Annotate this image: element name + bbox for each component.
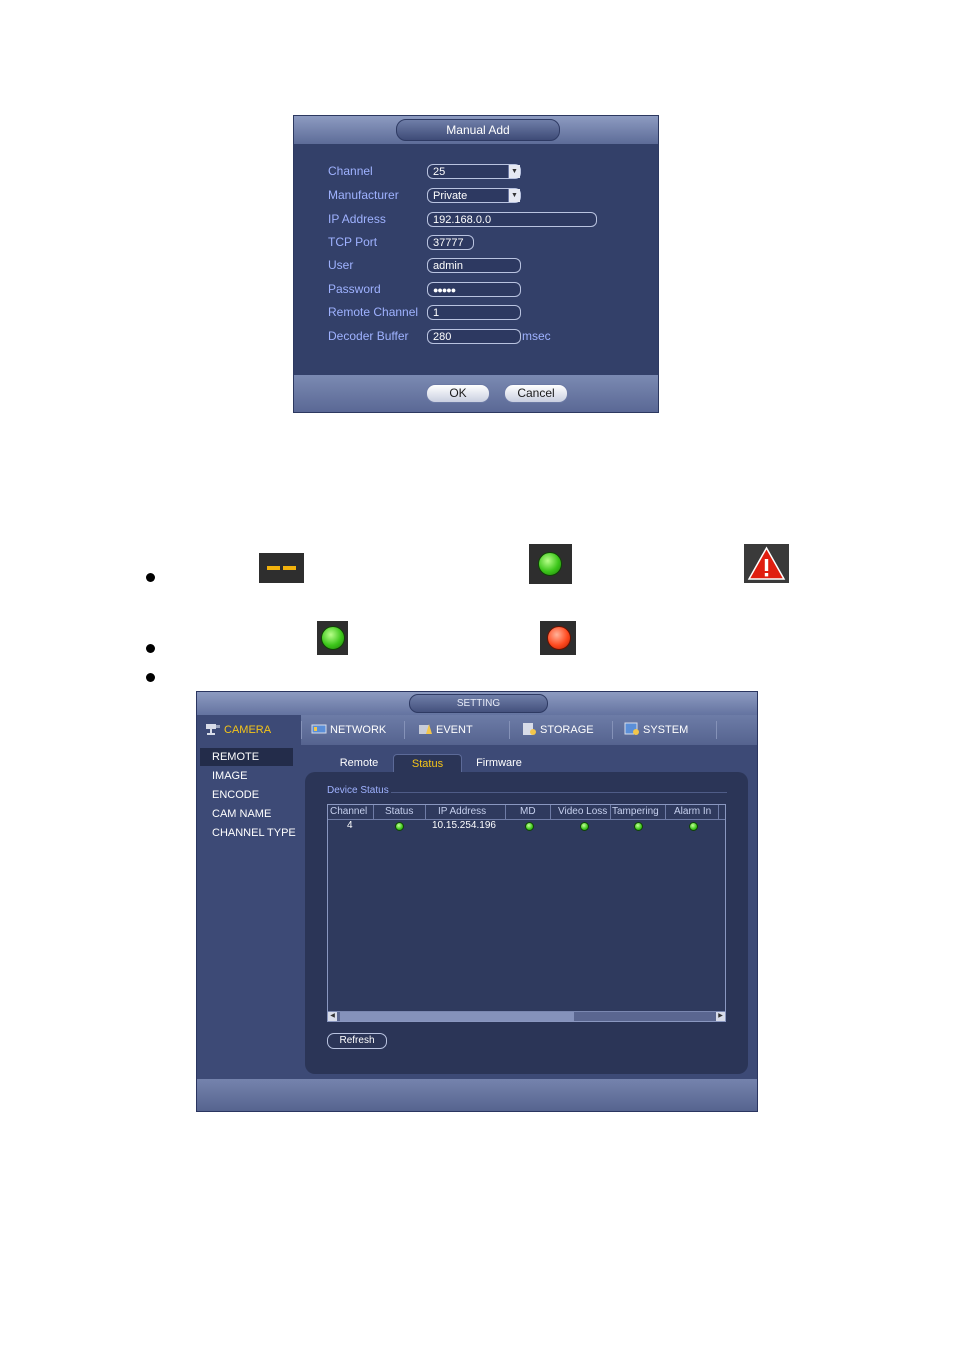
decoder-buffer-unit: msec (522, 329, 551, 343)
decoder-buffer-input[interactable]: 280 (427, 329, 521, 344)
chevron-down-icon[interactable]: ▼ (508, 165, 520, 178)
user-input[interactable]: admin (427, 258, 521, 273)
event-icon (419, 724, 432, 735)
disconnected-dash-icon (259, 553, 304, 583)
subtab-remote[interactable]: Remote (329, 754, 389, 772)
tab-label: NETWORK (330, 724, 387, 736)
bullet (146, 644, 155, 653)
column-header: Alarm In (674, 806, 712, 817)
column-header: MD (520, 806, 536, 817)
video-loss-green-icon (580, 822, 589, 831)
scroll-right-icon[interactable]: ▶ (716, 1012, 725, 1021)
row-channel: 4 (347, 820, 353, 831)
remote-channel-input[interactable]: 1 (427, 305, 521, 320)
tab-label: STORAGE (540, 724, 594, 736)
sidebar-item-encode[interactable]: ENCODE (212, 789, 259, 801)
manufacturer-select[interactable]: Private ▼ (427, 188, 521, 203)
main-tabs: CAMERA NETWORK EVENT STORAGE SYSTEM (197, 715, 757, 745)
storage-icon (523, 723, 536, 736)
channel-label: Channel (328, 164, 373, 178)
setting-title: SETTING (409, 694, 548, 713)
tab-label: SYSTEM (643, 724, 689, 736)
password-input[interactable]: ●●●●● (427, 282, 521, 297)
tab-system[interactable]: SYSTEM (624, 715, 688, 745)
system-icon (624, 722, 639, 736)
column-header: Status (385, 806, 414, 817)
tab-label: CAMERA (224, 724, 272, 736)
row-ip-address: 10.15.254.196 (432, 820, 496, 831)
tampering-green-icon (634, 822, 643, 831)
horizontal-scrollbar[interactable]: ◀ ▶ (328, 1011, 725, 1021)
tab-label: EVENT (436, 724, 473, 736)
channel-select[interactable]: 25 ▼ (427, 164, 521, 179)
sidebar-item-remote[interactable]: REMOTE (200, 748, 293, 766)
manufacturer-label: Manufacturer (328, 188, 399, 202)
column-header: IP Address (438, 806, 487, 817)
section-divider (391, 792, 727, 793)
network-icon (311, 724, 327, 734)
camera-icon (206, 724, 220, 736)
column-header: Channel (330, 806, 368, 817)
password-label: Password (328, 282, 381, 296)
tab-network[interactable]: NETWORK (311, 715, 386, 745)
status-green-icon (317, 621, 348, 655)
md-green-icon (525, 822, 534, 831)
tcp-port-label: TCP Port (328, 235, 378, 249)
status-red-icon (540, 621, 576, 655)
subtab-firmware[interactable]: Firmware (467, 754, 531, 772)
cancel-button[interactable]: Cancel (504, 384, 568, 403)
dialog-header: Manual Add (294, 116, 658, 144)
decoder-buffer-label: Decoder Buffer (328, 329, 409, 343)
ok-button[interactable]: OK (426, 384, 490, 403)
channel-value: 25 (433, 166, 446, 178)
tcp-port-input[interactable]: 37777 (427, 235, 474, 250)
ip-address-input[interactable]: 192.168.0.0 (427, 212, 597, 227)
alarm-in-green-icon (689, 822, 698, 831)
dialog-footer: OK Cancel (294, 375, 658, 412)
dialog-title: Manual Add (396, 119, 560, 141)
warning-triangle-icon (744, 544, 789, 583)
sidebar-item-channel-type[interactable]: CHANNEL TYPE (212, 827, 296, 839)
sidebar-item-cam-name[interactable]: CAM NAME (212, 808, 271, 820)
section-label: Device Status (327, 785, 389, 796)
bullet (146, 573, 155, 582)
scroll-left-icon[interactable]: ◀ (328, 1012, 337, 1021)
subtab-status[interactable]: Status (393, 754, 462, 772)
setting-window: SETTING CAMERA NETWORK EVENT STORAGE SYS… (196, 691, 758, 1112)
refresh-button[interactable]: Refresh (327, 1033, 387, 1049)
tab-event[interactable]: EVENT (417, 715, 473, 745)
setting-header: SETTING (197, 692, 757, 715)
tab-camera[interactable]: CAMERA (197, 715, 301, 745)
column-header: Tampering (612, 806, 659, 817)
status-green-icon (395, 822, 404, 831)
bullet (146, 673, 155, 682)
manufacturer-value: Private (433, 190, 468, 202)
manual-add-dialog: Manual Add Channel 25 ▼ Manufacturer Pri… (293, 115, 659, 413)
user-label: User (328, 258, 354, 272)
chevron-down-icon[interactable]: ▼ (508, 189, 520, 202)
column-header: Video Loss (558, 806, 608, 817)
tab-storage[interactable]: STORAGE (521, 715, 594, 745)
device-status-table: Channel Status IP Address MD Video Loss … (327, 804, 726, 1022)
remote-channel-label: Remote Channel (328, 305, 419, 319)
setting-footer (197, 1079, 757, 1111)
scroll-thumb[interactable] (340, 1012, 574, 1021)
sidebar-item-image[interactable]: IMAGE (212, 770, 247, 782)
ip-address-label: IP Address (328, 212, 386, 226)
connected-green-icon (529, 544, 572, 584)
